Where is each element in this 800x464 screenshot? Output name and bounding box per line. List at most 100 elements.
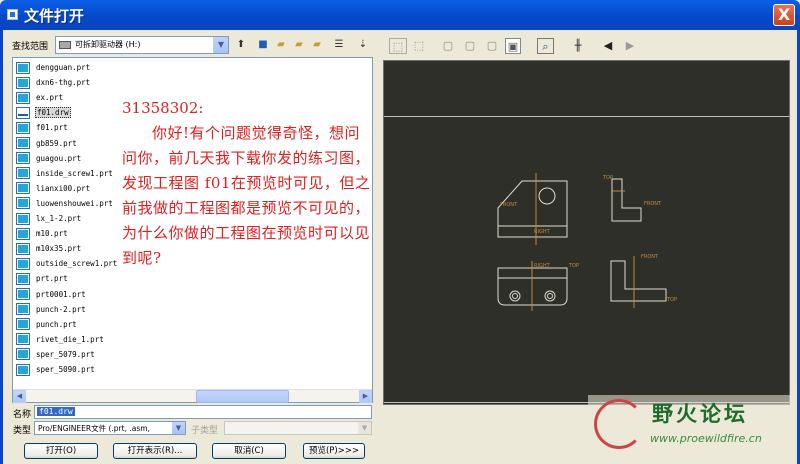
chevron-down-icon: ▼ bbox=[358, 422, 371, 434]
new-folder-icon[interactable]: ▰ bbox=[292, 38, 306, 52]
name-input[interactable]: f01.drw bbox=[34, 405, 372, 419]
list-item[interactable]: prt0001.prt bbox=[16, 287, 87, 302]
wireframe-icon[interactable]: ▢ bbox=[440, 38, 456, 54]
part-file-icon bbox=[16, 76, 30, 89]
no-hidden-icon[interactable]: ▢ bbox=[484, 38, 500, 54]
type-value: Pro/ENGINEER文件 (.prt, .asm, bbox=[38, 424, 150, 433]
label-front: FRONT bbox=[500, 202, 518, 208]
front-view-outline bbox=[497, 180, 568, 238]
part-file-icon bbox=[16, 227, 30, 240]
part-file-icon bbox=[16, 121, 30, 134]
watermark-logo bbox=[594, 399, 644, 449]
shading-icon[interactable]: ▣ bbox=[505, 38, 521, 54]
file-name: outside_screw1.prt bbox=[36, 259, 118, 269]
view-orient-icon[interactable]: ⬚ bbox=[389, 38, 407, 54]
list-item[interactable]: sper_5090.prt bbox=[16, 362, 96, 377]
open-representation-button[interactable]: 打开表示(R)... bbox=[113, 443, 197, 459]
up-folder-icon[interactable]: ⬆ bbox=[234, 38, 248, 52]
file-name: prt0001.prt bbox=[36, 289, 86, 299]
drawing-file-icon bbox=[16, 106, 30, 119]
front-view-hole bbox=[538, 187, 556, 205]
label-right-2: RIGHT bbox=[534, 263, 550, 269]
list-item[interactable]: sper_5079.prt bbox=[16, 347, 96, 362]
type-combo[interactable]: Pro/ENGINEER文件 (.prt, .asm, ▼ bbox=[34, 421, 186, 435]
label-top: TOP bbox=[603, 175, 614, 181]
list-item[interactable]: lx_1-2.prt bbox=[16, 211, 82, 226]
saved-view-icon[interactable]: ⬚ bbox=[410, 38, 428, 54]
next-icon[interactable]: ▶ bbox=[624, 38, 636, 54]
tools-icon[interactable]: ⇣ bbox=[356, 38, 370, 52]
part-file-icon bbox=[16, 303, 30, 316]
part-file-icon bbox=[16, 288, 30, 300]
title-bar[interactable]: 文件打开 X bbox=[0, 0, 800, 30]
scrollbar-thumb[interactable] bbox=[196, 390, 289, 403]
cancel-button[interactable]: 取消(C) bbox=[212, 443, 286, 459]
preview-pane[interactable]: FRONT TOP FRONT RIGHT RIGHT TOP FRONT TO… bbox=[383, 60, 791, 405]
horizontal-scrollbar[interactable]: ◀ ▶ bbox=[13, 389, 372, 403]
part-file-icon bbox=[16, 61, 30, 74]
file-name: ex.prt bbox=[36, 93, 64, 103]
part-file-icon bbox=[16, 182, 30, 195]
part-file-icon bbox=[16, 333, 30, 346]
list-item[interactable]: punch-2.prt bbox=[16, 302, 87, 317]
part-file-icon bbox=[16, 363, 30, 376]
window-frame-left bbox=[0, 30, 3, 464]
zoom-icon[interactable]: ⌕ bbox=[537, 38, 554, 54]
file-name: lx_1-2.prt bbox=[36, 214, 82, 223]
list-item[interactable]: dxn6-thg.prt bbox=[16, 75, 91, 90]
file-name: dengguan.prt bbox=[36, 63, 91, 72]
list-item[interactable]: rivet_die_1.prt bbox=[16, 332, 105, 347]
scroll-right-icon[interactable]: ▶ bbox=[359, 390, 372, 403]
chevron-down-icon[interactable]: ▼ bbox=[213, 37, 228, 53]
file-name: rivet_die_1.prt bbox=[36, 334, 104, 344]
preview-button[interactable]: 预览(P)>>> bbox=[303, 443, 365, 459]
list-item[interactable]: f01.prt bbox=[16, 120, 69, 135]
file-name: gb859.prt bbox=[36, 138, 77, 148]
iso-view-outline bbox=[610, 260, 667, 302]
file-name: dxn6-thg.prt bbox=[36, 78, 91, 88]
list-item[interactable]: m10x35.prt bbox=[16, 241, 82, 256]
label-top-2: TOP bbox=[569, 263, 580, 269]
previous-icon[interactable]: ◀ bbox=[602, 38, 614, 54]
list-item[interactable]: guagou.prt bbox=[16, 151, 82, 166]
label-top-iso: TOP bbox=[667, 297, 678, 303]
working-dir-icon[interactable]: ▰ bbox=[310, 38, 324, 52]
open-folder-icon[interactable]: ▰ bbox=[274, 38, 288, 52]
overlay-note: 31358302: 你好!有个问题觉得奇怪，想问问你，前几天我下载你发的练习图，… bbox=[122, 96, 372, 271]
file-name: sper_5079.prt bbox=[36, 349, 95, 359]
label-right: RIGHT bbox=[534, 229, 550, 235]
file-name: punch.prt bbox=[36, 319, 77, 329]
file-name: f01.prt bbox=[36, 123, 68, 133]
file-name: prt.prt bbox=[36, 274, 68, 284]
list-item[interactable]: lianxi00.prt bbox=[16, 181, 91, 196]
list-item[interactable]: punch.prt bbox=[16, 317, 78, 332]
list-item[interactable]: inside_screw1.prt bbox=[16, 166, 114, 181]
list-item[interactable]: outside_screw1.prt bbox=[16, 256, 118, 271]
note-number: 31358302: bbox=[122, 99, 204, 117]
part-file-icon bbox=[16, 167, 30, 180]
view-menu-icon[interactable]: ☰ bbox=[332, 38, 346, 52]
chevron-down-icon[interactable]: ▼ bbox=[172, 422, 185, 434]
note-text: 你好!有个问题觉得奇怪，想问问你，前几天我下载你发的练习图，发现工程图 f01在… bbox=[122, 124, 371, 267]
list-item[interactable]: dengguan.prt bbox=[16, 60, 91, 75]
file-name: m10.prt bbox=[36, 229, 68, 239]
look-in-combo[interactable]: 可拆卸驱动器 (H:) ▼ bbox=[55, 36, 229, 54]
list-item[interactable]: ex.prt bbox=[16, 90, 64, 105]
top-view-hole-left bbox=[509, 290, 521, 302]
hidden-line-icon[interactable]: ▢ bbox=[462, 38, 478, 54]
list-item[interactable]: luowenshouwei.prt bbox=[16, 196, 114, 211]
layers-icon[interactable]: ╫ bbox=[568, 38, 588, 54]
look-in-value: 可拆卸驱动器 (H:) bbox=[75, 40, 141, 49]
drawing-preview bbox=[497, 173, 667, 311]
open-button[interactable]: 打开(O) bbox=[24, 443, 98, 459]
drive-icon bbox=[59, 41, 71, 49]
list-item[interactable]: prt.prt bbox=[16, 271, 69, 286]
list-item[interactable]: gb859.prt bbox=[16, 136, 78, 151]
scroll-left-icon[interactable]: ◀ bbox=[13, 390, 26, 403]
list-item[interactable]: f01.drw bbox=[16, 105, 71, 120]
list-item[interactable]: m10.prt bbox=[16, 226, 69, 241]
top-view-hole-right bbox=[544, 290, 556, 302]
close-button[interactable]: X bbox=[773, 4, 795, 26]
part-file-icon bbox=[16, 348, 30, 361]
desktop-icon[interactable]: ■ bbox=[256, 38, 270, 52]
